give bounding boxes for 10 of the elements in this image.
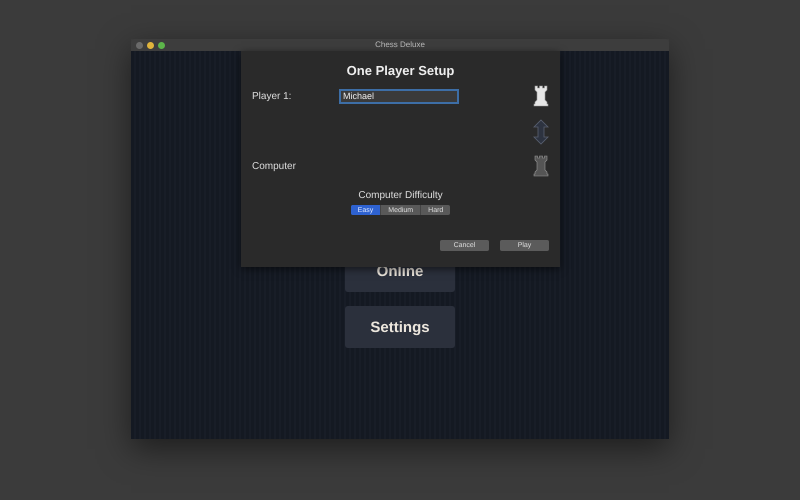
player-label: Computer	[252, 160, 297, 172]
player-name-field[interactable]: Michael	[339, 88, 459, 104]
zoom-button[interactable]	[158, 42, 165, 48]
swap-arrows-icon[interactable]	[533, 119, 549, 145]
minimize-button[interactable]	[147, 42, 154, 48]
menu-button[interactable]: Settings	[345, 306, 455, 348]
sheet-title: One Player Setup	[346, 63, 454, 78]
difficulty-label: Computer Difficulty	[358, 190, 443, 201]
window-title: Chess Deluxe	[375, 39, 425, 51]
player-label: Player 1:	[252, 90, 292, 102]
